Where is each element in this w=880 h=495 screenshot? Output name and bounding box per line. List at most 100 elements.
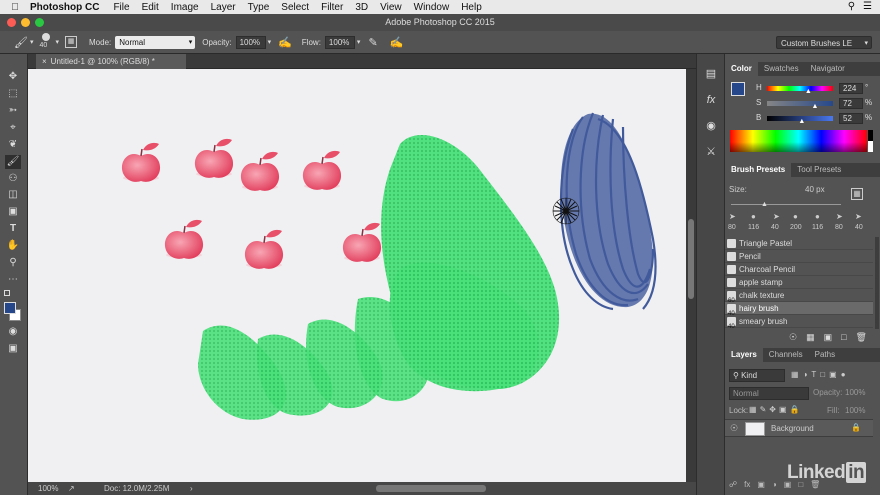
hue-slider[interactable] [767,86,833,91]
filter-toggle-icon[interactable]: ● [841,370,846,379]
tab-navigator[interactable]: Navigator [805,62,851,76]
preset-scrollbar[interactable] [875,237,879,329]
zoom-level[interactable]: 100% [38,482,58,495]
mode-select[interactable]: Normal ▾ [115,35,196,49]
brush-tip-icon[interactable]: ➤ [773,212,780,221]
brush-panel-toggle-icon[interactable]: ▦ [65,36,77,48]
list-item[interactable]: Charcoal Pencil [725,263,873,276]
menu-view[interactable]: View [380,2,402,13]
apple-icon[interactable]:  [6,2,24,13]
layer-blend-mode[interactable]: Normal [729,387,809,400]
menu-file[interactable]: File [113,2,129,13]
link-icon[interactable]: ☍ [729,480,737,489]
menu-image[interactable]: Image [171,2,199,13]
folder-icon[interactable]: ▣ [824,332,833,343]
adjustments-panel-icon[interactable]: fx [703,92,719,108]
flow-field[interactable]: 100% [324,35,355,49]
brush-tip-icon[interactable]: ● [751,212,756,221]
gradient-tool-icon[interactable]: ▣ [5,205,21,219]
image-filter-icon[interactable]: ▦ [791,370,799,379]
type-tool-icon[interactable]: T [5,222,21,236]
new-icon[interactable]: □ [841,332,846,343]
saturation-slider[interactable] [767,101,833,106]
opacity-field[interactable]: 100% [235,35,266,49]
chevron-down-icon[interactable]: ▾ [268,38,272,46]
brush-tip-icon[interactable]: ● [815,212,820,221]
pressure-size-icon[interactable]: ✍ [390,36,404,49]
fill-value[interactable]: 100% [845,406,865,415]
search-icon[interactable]: ⚲ [848,1,855,12]
vertical-scrollbar[interactable] [686,69,696,482]
tab-layers[interactable]: Layers [725,348,763,362]
zoom-tool-icon[interactable]: ⚲ [5,256,21,270]
list-icon[interactable]: ☰ [863,1,872,12]
tab-color[interactable]: Color [725,62,758,76]
eraser-tool-icon[interactable]: ◫ [5,188,21,202]
new-preset-icon[interactable]: ▦ [851,188,863,200]
zoom-window-button[interactable] [35,18,44,27]
list-item[interactable]: chalk texture 60 [725,289,873,304]
brush-tip-icon[interactable]: ➤ [836,212,843,221]
document-tab[interactable]: × Untitled-1 @ 100% (RGB/8) * [36,54,186,69]
list-item[interactable]: Triangle Pastel [725,237,873,250]
mask-icon[interactable]: ▣ [757,480,765,489]
doc-info[interactable]: Doc: 12.0M/2.25M [104,482,169,495]
marquee-tool-icon[interactable]: ⬚ [5,87,21,101]
brush-tip-icon[interactable]: ➤ [855,212,862,221]
foreground-color-swatch[interactable] [4,302,16,314]
lasso-tool-icon[interactable]: ➳ [5,104,21,118]
hue-slider-thumb[interactable]: ▲ [805,88,812,95]
default-colors-icon[interactable] [4,290,10,296]
airbrush-icon[interactable]: ✎ [368,36,377,49]
saturation-value[interactable]: 72 [839,98,863,109]
grid-icon[interactable]: ▦ [806,332,815,343]
chevron-down-icon[interactable]: ▾ [55,38,59,46]
list-item[interactable]: smeary brush 40 [725,315,873,330]
list-item[interactable]: Pencil [725,250,873,263]
app-menu[interactable]: Photoshop CC [30,2,99,13]
shape-filter-icon[interactable]: □ [820,370,825,379]
eye-brush-icon[interactable]: ☉ [789,332,797,343]
tab-channels[interactable]: Channels [763,348,809,362]
pressure-opacity-icon[interactable]: ✍ [278,36,292,49]
menu-select[interactable]: Select [281,2,309,13]
black-ramp[interactable] [868,130,873,141]
crop-tool-icon[interactable]: ⌖ [5,121,21,135]
chevron-right-icon[interactable]: › [190,482,193,495]
brush-size-value[interactable]: 40 px [805,185,825,194]
chevron-down-icon[interactable]: ▾ [357,38,361,46]
brush-panel-icon[interactable]: ◉ [703,118,719,134]
quick-mask-icon[interactable]: ◉ [5,325,21,339]
color-ramp[interactable] [730,130,867,152]
eyedropper-tool-icon[interactable]: ❦ [5,138,21,152]
move-tool-icon[interactable]: ✥ [5,70,21,84]
lock-artboard-icon[interactable]: ▣ [779,405,787,414]
tab-paths[interactable]: Paths [809,348,841,362]
fx-icon[interactable]: fx [744,480,750,489]
list-item[interactable]: apple stamp [725,276,873,289]
hand-tool-icon[interactable]: ✋ [5,239,21,253]
lock-pixels-icon[interactable]: ✎ [760,405,767,414]
more-tools-icon[interactable]: ⋯ [5,273,21,287]
lock-all-icon[interactable]: 🔒 [790,405,800,414]
stamp-tool-icon[interactable]: ⚇ [5,172,21,186]
menu-type[interactable]: Type [248,2,270,13]
brush-size-slider[interactable] [731,204,841,205]
menu-filter[interactable]: Filter [321,2,343,13]
list-item-selected[interactable]: hairy brush 40 [725,302,873,317]
brush-tip-icon[interactable]: ➤ [729,212,736,221]
hue-value[interactable]: 224 [839,83,863,94]
clone-source-panel-icon[interactable]: ⚔ [703,144,719,160]
visibility-eye-icon[interactable]: ☉ [730,423,738,434]
layer-name[interactable]: Background [771,424,814,433]
close-icon[interactable]: × [42,57,47,66]
brush-tip-icon[interactable]: ● [793,212,798,221]
saturation-slider-thumb[interactable]: ▲ [812,103,819,110]
trash-icon[interactable]: 🗑 [856,332,867,343]
white-ramp[interactable] [868,141,873,152]
adjustment-filter-icon[interactable]: ◑ [803,370,808,379]
adjustment-icon[interactable]: ◑ [772,480,777,489]
brush-preset-picker[interactable]: 40 [39,32,53,52]
tab-swatches[interactable]: Swatches [758,62,805,76]
type-filter-icon[interactable]: T [811,370,816,379]
